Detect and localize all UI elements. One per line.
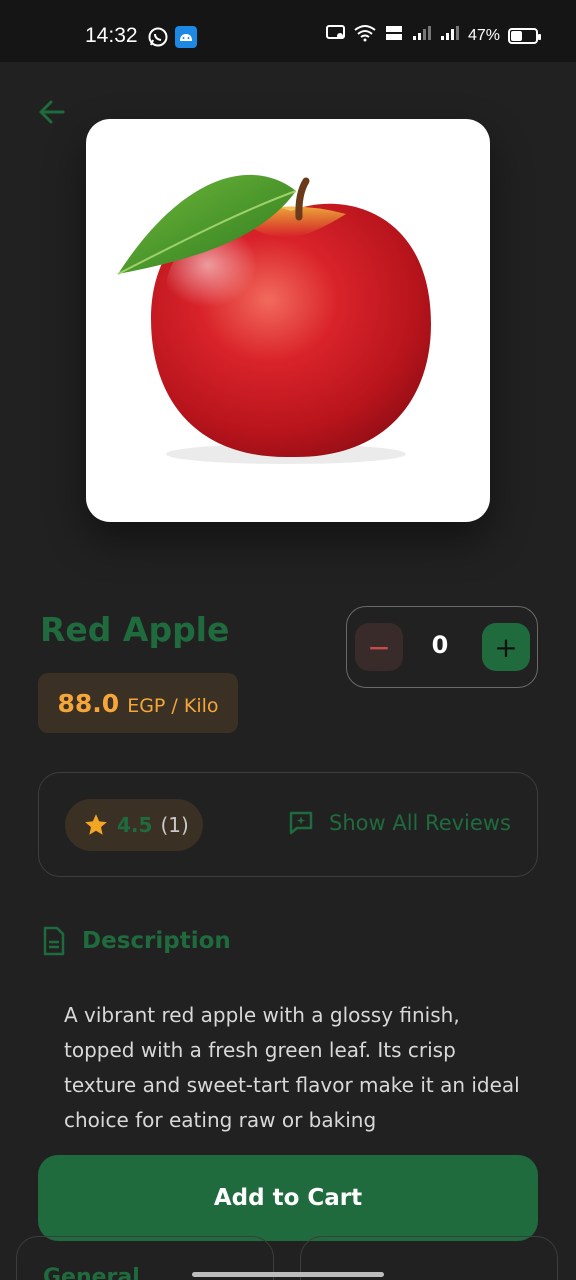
increase-quantity-button[interactable]: + [482,623,530,671]
status-bar: 14:32 47% [0,0,576,62]
status-time: 14:32 [85,24,138,47]
description-text: A vibrant red apple with a glossy finish… [64,1003,520,1132]
rating-badge: 4.5 (1) [65,799,203,851]
minus-icon: − [367,630,391,664]
volte-icon [384,24,404,47]
battery-percent: 47% [467,26,500,44]
product-image [86,119,490,522]
signal-icon-1 [412,25,432,46]
star-icon [85,814,107,835]
reviews-card: 4.5 (1) Show All Reviews [38,772,538,877]
battery-icon [508,27,541,44]
apple-image [117,174,431,464]
tab-general-label: General [43,1265,140,1280]
quantity-value: 0 [431,631,449,659]
status-indicators: 47% [325,24,541,47]
home-indicator[interactable] [192,1272,384,1277]
price-badge: 88.0 EGP / Kilo [38,673,238,733]
price-value: 88.0 [57,689,120,718]
arrow-left-icon [39,100,65,124]
show-all-reviews-label: Show All Reviews [329,811,511,835]
decrease-quantity-button[interactable]: − [355,623,403,671]
product-title: Red Apple [40,610,230,649]
plus-icon: + [494,630,518,664]
document-icon [43,926,65,956]
cast-icon [325,25,346,46]
rating-count: (1) [160,813,189,837]
back-button[interactable] [32,92,72,132]
quantity-stepper: − 0 + [346,606,538,688]
add-to-cart-button[interactable]: Add to Cart [38,1155,538,1241]
description-header: Description [42,926,231,956]
show-all-reviews-button[interactable]: Show All Reviews [287,809,511,837]
signal-icon-2 [440,25,460,46]
wifi-icon [354,24,376,47]
description-title: Description [82,928,231,954]
price-unit: EGP / Kilo [127,695,219,717]
android-notification-icon [175,26,197,48]
review-chat-icon [289,811,313,835]
rating-value: 4.5 [117,813,153,837]
whatsapp-icon [147,26,169,48]
